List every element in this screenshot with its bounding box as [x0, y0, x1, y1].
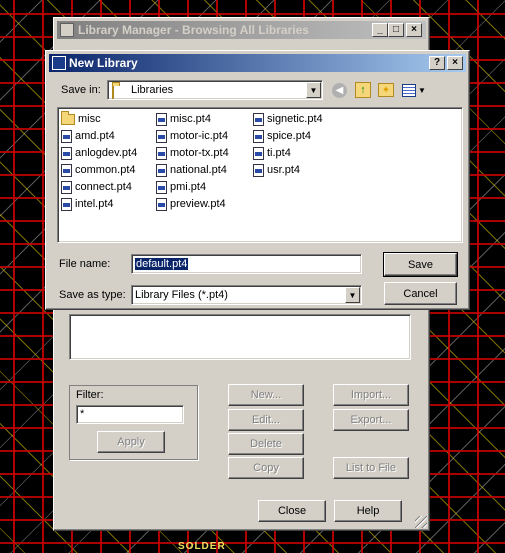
document-icon	[253, 112, 264, 126]
file-item-label: signetic.pt4	[267, 113, 323, 125]
library-list[interactable]	[69, 314, 411, 360]
list-to-file-button[interactable]: List to File	[333, 457, 409, 479]
document-icon	[156, 163, 167, 177]
save-button[interactable]: Save	[383, 252, 458, 277]
back-icon[interactable]: ◀	[332, 83, 347, 98]
filter-label: Filter:	[76, 389, 104, 401]
file-item[interactable]: common.pt4	[61, 162, 136, 178]
save-as-type-dropdown[interactable]: Library Files (*.pt4) ▼	[131, 285, 362, 305]
library-manager-titlebar[interactable]: Library Manager - Browsing All Libraries…	[57, 21, 426, 39]
filter-input-value: *	[80, 408, 85, 420]
file-item-label: anlogdev.pt4	[75, 147, 138, 159]
apply-button[interactable]: Apply	[97, 431, 165, 453]
document-icon	[61, 129, 72, 143]
up-folder-icon[interactable]: ↑	[355, 82, 371, 98]
document-icon	[61, 180, 72, 194]
file-name-input[interactable]: default.pt4	[131, 254, 362, 274]
new-library-dialog: New Library ? × Save in: Libraries ▼ ◀ ↑…	[45, 50, 470, 310]
file-name-value: default.pt4	[133, 257, 190, 271]
save-as-type-value: Library Files (*.pt4)	[135, 289, 228, 301]
library-manager-title: Library Manager - Browsing All Libraries	[78, 23, 309, 37]
cancel-button[interactable]: Cancel	[384, 282, 457, 305]
file-item[interactable]: anlogdev.pt4	[61, 145, 137, 161]
new-folder-icon[interactable]: ✦	[378, 83, 394, 97]
file-item-label: connect.pt4	[75, 181, 132, 193]
folder-icon	[112, 85, 114, 99]
pcb-silkscreen-text: SOLDER	[178, 541, 226, 552]
file-item-label: misc.pt4	[170, 113, 211, 125]
edit-button[interactable]: Edit...	[228, 409, 304, 431]
file-item[interactable]: motor-ic.pt4	[156, 128, 228, 144]
app-icon	[60, 23, 74, 37]
file-item[interactable]: ti.pt4	[253, 145, 291, 161]
minimize-icon[interactable]: _	[372, 23, 388, 37]
document-icon	[253, 146, 264, 160]
file-item[interactable]: spice.pt4	[253, 128, 311, 144]
import-button[interactable]: Import...	[333, 384, 409, 406]
file-item-label: pmi.pt4	[170, 181, 207, 193]
document-icon	[156, 180, 167, 194]
file-item-label: misc	[78, 113, 101, 125]
file-item[interactable]: amd.pt4	[61, 128, 115, 144]
close-icon[interactable]: ×	[406, 23, 422, 37]
document-icon	[61, 146, 72, 160]
save-in-value: Libraries	[131, 84, 174, 96]
save-in-dropdown[interactable]: Libraries ▼	[107, 80, 323, 100]
new-library-title: New Library	[69, 56, 138, 70]
file-item-label: ti.pt4	[267, 147, 291, 159]
document-icon	[156, 197, 167, 211]
file-item-label: preview.pt4	[170, 198, 226, 210]
document-icon	[61, 197, 72, 211]
save-as-type-label: Save as type:	[59, 289, 126, 301]
document-icon	[156, 112, 167, 126]
file-item[interactable]: national.pt4	[156, 162, 227, 178]
new-library-titlebar[interactable]: New Library ? ×	[49, 54, 466, 72]
document-icon	[253, 129, 264, 143]
filter-group: Filter: * Apply	[69, 385, 198, 460]
file-item[interactable]: preview.pt4	[156, 196, 226, 212]
new-button[interactable]: New...	[228, 384, 304, 406]
filter-input[interactable]: *	[76, 405, 184, 424]
file-item[interactable]: connect.pt4	[61, 179, 132, 195]
folder-item[interactable]: misc	[61, 110, 101, 127]
file-list[interactable]: misc amd.pt4 anlogdev.pt4 common.pt4 connect…	[57, 107, 463, 243]
file-item-label: usr.pt4	[267, 164, 301, 176]
file-item-label: amd.pt4	[75, 130, 115, 142]
folder-icon	[61, 110, 75, 125]
file-item-label: spice.pt4	[267, 130, 312, 142]
document-icon	[61, 163, 72, 177]
file-item-label: national.pt4	[170, 164, 227, 176]
document-icon	[156, 146, 167, 160]
copy-button[interactable]: Copy	[228, 457, 304, 479]
help-icon[interactable]: ?	[429, 56, 445, 70]
close-button[interactable]: Close	[258, 500, 326, 522]
chevron-down-icon[interactable]: ▼	[345, 287, 360, 303]
file-item-label: motor-ic.pt4	[170, 130, 229, 142]
file-item[interactable]: usr.pt4	[253, 162, 300, 178]
dialog-icon	[52, 56, 66, 70]
file-item-label: common.pt4	[75, 164, 136, 176]
save-in-label: Save in:	[61, 84, 101, 96]
document-icon	[253, 163, 264, 177]
file-item[interactable]: signetic.pt4	[253, 111, 323, 127]
file-item-label: intel.pt4	[75, 198, 114, 210]
file-item[interactable]: misc.pt4	[156, 111, 211, 127]
file-item[interactable]: pmi.pt4	[156, 179, 206, 195]
export-button[interactable]: Export...	[333, 409, 409, 431]
file-item-label: motor-tx.pt4	[170, 147, 229, 159]
help-button[interactable]: Help	[334, 500, 402, 522]
dialog-close-icon[interactable]: ×	[447, 56, 463, 70]
view-menu-icon[interactable]: ▼	[402, 82, 426, 99]
chevron-down-icon[interactable]: ▼	[306, 82, 321, 98]
file-item[interactable]: motor-tx.pt4	[156, 145, 229, 161]
file-name-label: File name:	[59, 258, 111, 270]
delete-button[interactable]: Delete	[228, 433, 304, 455]
resize-grip-icon[interactable]	[415, 516, 427, 528]
document-icon	[156, 129, 167, 143]
maximize-icon[interactable]: □	[388, 23, 404, 37]
file-item[interactable]: intel.pt4	[61, 196, 114, 212]
